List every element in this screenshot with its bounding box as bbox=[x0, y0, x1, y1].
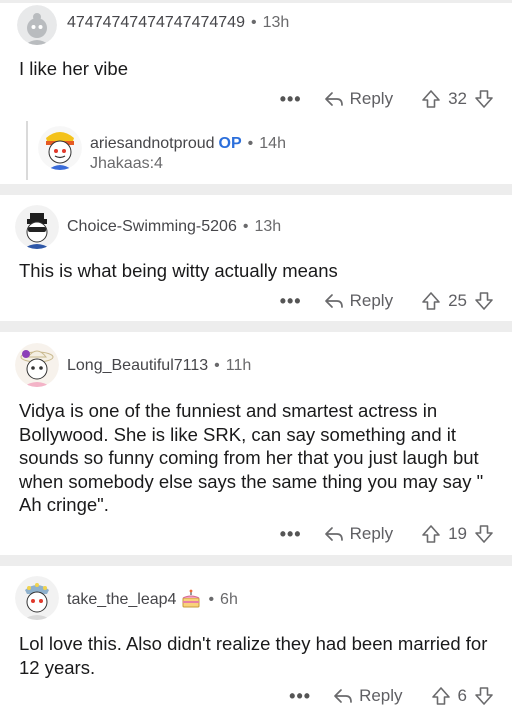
reply-button[interactable]: Reply bbox=[324, 291, 393, 311]
thread-line[interactable] bbox=[26, 121, 28, 180]
comment-actions: ••• Reply 32 bbox=[280, 87, 494, 111]
username[interactable]: take_the_leap4 bbox=[67, 591, 176, 608]
more-options-button[interactable]: ••• bbox=[280, 291, 302, 312]
upvote-icon[interactable] bbox=[421, 524, 441, 544]
user-flair: Jhakaas:4 bbox=[90, 155, 163, 172]
comment-text: I like her vibe bbox=[19, 58, 128, 79]
comment-actions: ••• Reply 25 bbox=[280, 289, 494, 313]
downvote-icon[interactable] bbox=[474, 524, 494, 544]
reply-label: Reply bbox=[349, 89, 394, 108]
upvote-icon[interactable] bbox=[421, 291, 441, 311]
comment-actions: ••• Reply 19 bbox=[280, 522, 494, 546]
op-badge: OP bbox=[218, 135, 242, 152]
comment-actions: ••• Reply 6 bbox=[289, 684, 494, 708]
vote-count: 32 bbox=[448, 89, 467, 108]
username[interactable]: Long_Beautiful7113 bbox=[67, 357, 208, 374]
reply-button[interactable]: Reply bbox=[324, 524, 393, 544]
avatar[interactable] bbox=[15, 205, 59, 249]
vote-controls: 6 bbox=[431, 686, 494, 706]
reply-label: Reply bbox=[349, 524, 394, 543]
vote-count: 19 bbox=[448, 524, 467, 543]
more-options-button[interactable]: ••• bbox=[280, 524, 302, 545]
vote-controls: 25 bbox=[421, 291, 494, 311]
separator-dot: • bbox=[250, 14, 257, 31]
separator-dot: • bbox=[208, 591, 215, 608]
reply-meta: ariesandnotproud OP • 14h bbox=[90, 134, 286, 154]
cake-icon bbox=[180, 589, 202, 609]
comment-text: Vidya is one of the funniest and smartes… bbox=[19, 400, 484, 515]
avatar[interactable] bbox=[15, 343, 59, 387]
more-options-button[interactable]: ••• bbox=[280, 89, 302, 110]
vote-count: 6 bbox=[457, 686, 467, 705]
reply-button[interactable]: Reply bbox=[333, 686, 403, 706]
divider bbox=[0, 0, 512, 3]
divider bbox=[0, 555, 512, 566]
divider bbox=[0, 321, 512, 332]
vote-count: 25 bbox=[448, 291, 467, 310]
reply-icon bbox=[334, 689, 352, 703]
comment-meta: Long_Beautiful7113 • 11h bbox=[67, 356, 251, 376]
comment-text: Lol love this. Also didn't realize they … bbox=[19, 633, 488, 678]
avatar[interactable] bbox=[15, 576, 59, 620]
username[interactable]: 47474747474747474749 bbox=[67, 14, 245, 31]
timestamp: 11h bbox=[225, 357, 252, 374]
comment-meta: take_the_leap4 • 6h bbox=[67, 589, 238, 610]
upvote-icon[interactable] bbox=[431, 686, 451, 706]
avatar[interactable] bbox=[38, 126, 82, 170]
comment-meta: 47474747474747474749 • 13h bbox=[67, 13, 289, 33]
vote-controls: 19 bbox=[421, 524, 494, 544]
reply-icon bbox=[324, 92, 343, 106]
reply-icon bbox=[324, 527, 343, 541]
timestamp: 13h bbox=[254, 218, 282, 235]
username[interactable]: ariesandnotproud bbox=[90, 135, 215, 152]
upvote-icon[interactable] bbox=[421, 89, 441, 109]
more-options-button[interactable]: ••• bbox=[289, 686, 311, 707]
timestamp: 13h bbox=[262, 14, 290, 31]
reply-label: Reply bbox=[359, 686, 403, 705]
timestamp: 14h bbox=[259, 135, 286, 152]
comment-meta: Choice-Swimming-5206 • 13h bbox=[67, 217, 281, 237]
downvote-icon[interactable] bbox=[474, 89, 494, 109]
separator-dot: • bbox=[247, 135, 254, 152]
avatar[interactable] bbox=[17, 5, 57, 45]
divider bbox=[0, 184, 512, 195]
separator-dot: • bbox=[214, 357, 220, 374]
reply-icon bbox=[324, 294, 343, 308]
reply-label: Reply bbox=[349, 291, 394, 310]
comment-text: This is what being witty actually means bbox=[19, 260, 338, 281]
separator-dot: • bbox=[242, 218, 249, 235]
username[interactable]: Choice-Swimming-5206 bbox=[67, 218, 237, 235]
timestamp: 6h bbox=[220, 591, 238, 608]
vote-controls: 32 bbox=[421, 89, 494, 109]
downvote-icon[interactable] bbox=[474, 291, 494, 311]
downvote-icon[interactable] bbox=[474, 686, 494, 706]
reply-button[interactable]: Reply bbox=[324, 89, 393, 109]
